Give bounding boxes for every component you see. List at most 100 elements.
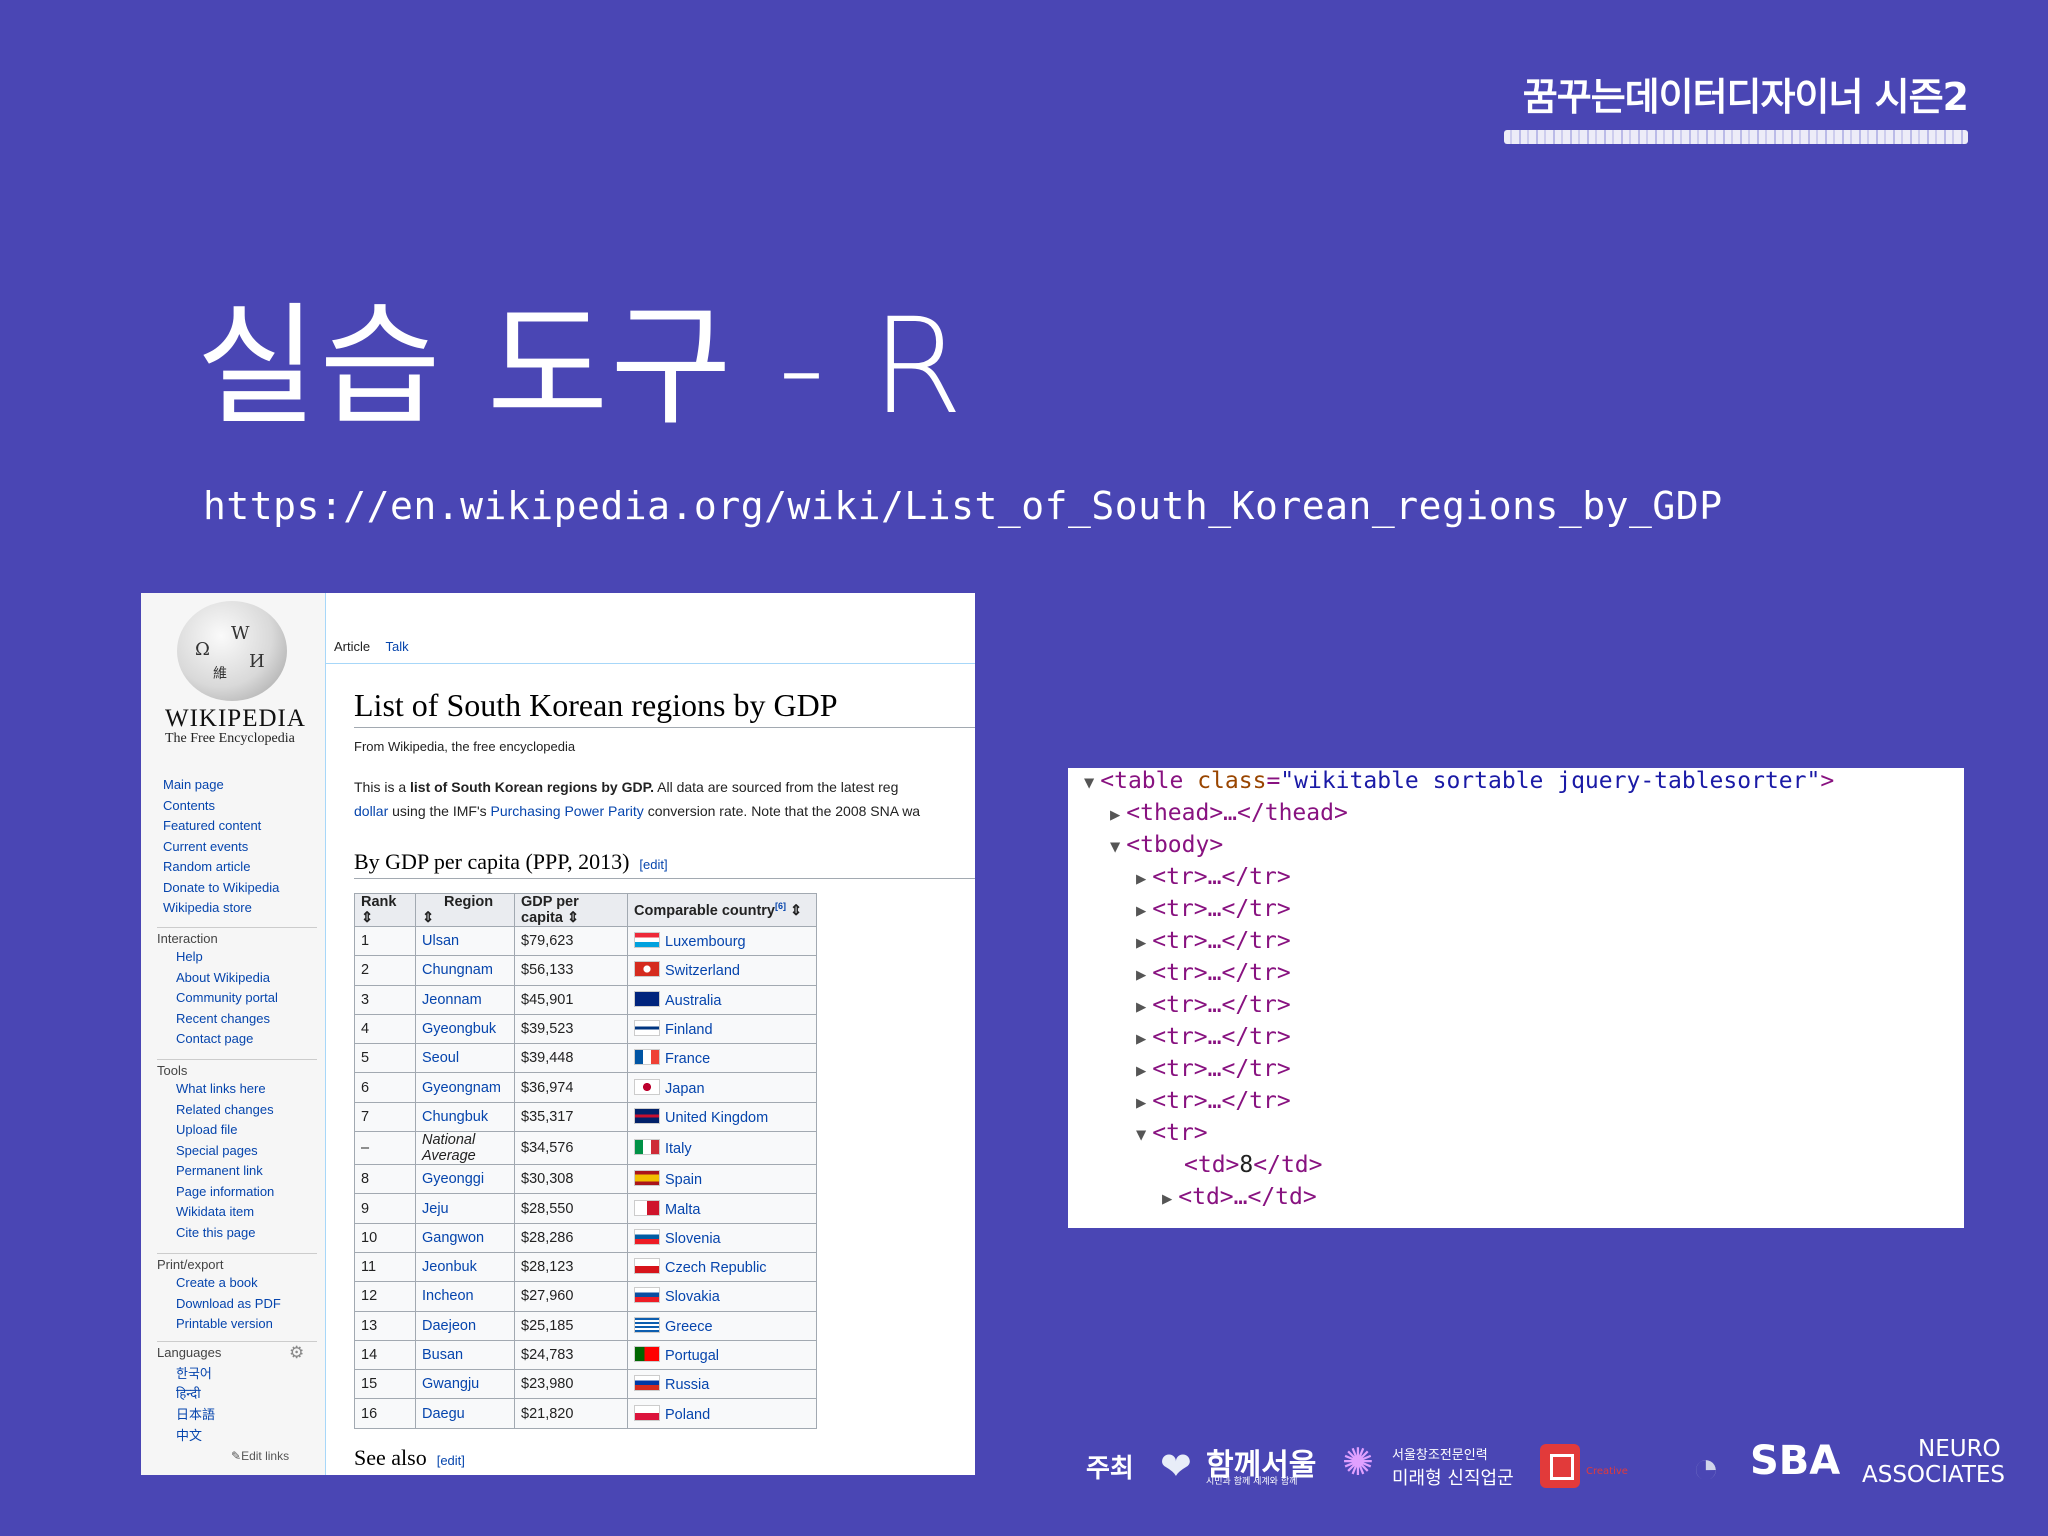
nav-link[interactable]: Featured content <box>163 818 279 839</box>
cell-region[interactable]: Incheon <box>415 1281 515 1312</box>
expanded-triangle-icon[interactable]: ▼ <box>1136 1125 1146 1145</box>
cell-country[interactable]: Japan <box>627 1072 817 1103</box>
language-link[interactable]: 中文 <box>176 1425 215 1446</box>
collapsed-triangle-icon[interactable]: ▶ <box>1136 1093 1146 1113</box>
cell-country[interactable]: Switzerland <box>627 955 817 986</box>
collapsed-triangle-icon[interactable]: ▶ <box>1136 1029 1146 1049</box>
nav-link[interactable]: Help <box>176 949 278 970</box>
cell-region[interactable]: Chungnam <box>415 955 515 986</box>
language-link[interactable]: 한국어 <box>176 1363 215 1384</box>
nav-link[interactable]: Donate to Wikipedia <box>163 880 279 901</box>
cell-region[interactable]: Daegu <box>415 1398 515 1429</box>
cell-region[interactable]: Busan <box>415 1339 515 1371</box>
cell-region[interactable]: Jeonnam <box>415 984 515 1015</box>
reference-link[interactable]: [6] <box>775 901 786 911</box>
cell-region[interactable]: Gwangju <box>415 1369 515 1400</box>
tab-article[interactable]: Article <box>334 639 370 654</box>
nav-link[interactable]: Download as PDF <box>176 1296 281 1317</box>
header-region[interactable]: Region ⇕ <box>415 893 515 927</box>
collapsed-triangle-icon[interactable]: ▶ <box>1136 869 1146 889</box>
collapsed-triangle-icon[interactable]: ▶ <box>1110 805 1120 825</box>
dom-node-tr[interactable]: ▶ <tr>…</tr> <box>1136 992 1291 1018</box>
cell-country[interactable]: Luxembourg <box>627 925 817 957</box>
nav-link[interactable]: Contents <box>163 798 279 819</box>
link-ppp[interactable]: Purchasing Power Parity <box>491 803 644 819</box>
section-edit-link[interactable]: [edit] <box>639 857 667 872</box>
dom-node-td[interactable]: <td>8</td> <box>1184 1152 1323 1178</box>
dom-node-tr[interactable]: ▶ <tr>…</tr> <box>1136 1024 1291 1050</box>
nav-link[interactable]: Random article <box>163 859 279 880</box>
nav-link[interactable]: Main page <box>163 777 279 798</box>
cell-region[interactable]: Gyeongbuk <box>415 1013 515 1045</box>
sort-icon[interactable]: ⇕ <box>790 903 802 919</box>
nav-link[interactable]: Cite this page <box>176 1225 274 1246</box>
nav-link[interactable]: What links here <box>176 1081 274 1102</box>
sort-icon[interactable]: ⇕ <box>422 910 434 926</box>
cell-country[interactable]: Australia <box>627 984 817 1015</box>
cell-country[interactable]: Portugal <box>627 1339 817 1371</box>
collapsed-triangle-icon[interactable]: ▶ <box>1136 933 1146 953</box>
nav-link[interactable]: Related changes <box>176 1102 274 1123</box>
sort-icon[interactable]: ⇕ <box>567 910 579 926</box>
nav-link[interactable]: Special pages <box>176 1143 274 1164</box>
cell-region[interactable]: Gangwon <box>415 1222 515 1253</box>
header-country[interactable]: Comparable country[6] ⇕ <box>627 893 817 927</box>
collapsed-triangle-icon[interactable]: ▶ <box>1136 965 1146 985</box>
nav-link[interactable]: Community portal <box>176 990 278 1011</box>
cell-region[interactable]: Gyeonggi <box>415 1164 515 1195</box>
header-rank[interactable]: Rank ⇕ <box>354 893 416 927</box>
collapsed-triangle-icon[interactable]: ▶ <box>1136 1061 1146 1081</box>
collapsed-triangle-icon[interactable]: ▶ <box>1136 997 1146 1017</box>
dom-node-tbody[interactable]: ▼ <tbody> <box>1110 832 1223 858</box>
cell-region[interactable]: Chungbuk <box>415 1101 515 1133</box>
dom-node-tr[interactable]: ▶ <tr>…</tr> <box>1136 928 1291 954</box>
nav-link[interactable]: About Wikipedia <box>176 970 278 991</box>
dom-node-tr[interactable]: ▶ <tr>…</tr> <box>1136 1056 1291 1082</box>
cell-country[interactable]: France <box>627 1043 817 1074</box>
dom-node-td-collapsed[interactable]: ▶ <td>…</td> <box>1162 1184 1317 1210</box>
header-gdp[interactable]: GDP per capita ⇕ <box>514 893 628 927</box>
collapsed-triangle-icon[interactable]: ▶ <box>1162 1189 1172 1209</box>
dom-node-tr-open[interactable]: ▼ <tr> <box>1136 1120 1208 1146</box>
nav-link[interactable]: Printable version <box>176 1316 281 1337</box>
dom-node-tr[interactable]: ▶ <tr>…</tr> <box>1136 1088 1291 1114</box>
cell-country[interactable]: Italy <box>627 1131 817 1166</box>
cell-region[interactable]: Ulsan <box>415 925 515 957</box>
language-link[interactable]: 日本語 <box>176 1404 215 1425</box>
link-dollar[interactable]: dollar <box>354 803 388 819</box>
nav-link[interactable]: Recent changes <box>176 1011 278 1032</box>
gear-icon[interactable]: ⚙ <box>289 1343 304 1363</box>
language-link[interactable]: हिन्दी <box>176 1384 215 1405</box>
cell-country[interactable]: Slovakia <box>627 1281 817 1312</box>
dom-node-tr[interactable]: ▶ <tr>…</tr> <box>1136 896 1291 922</box>
nav-link[interactable]: Current events <box>163 839 279 860</box>
cell-country[interactable]: Malta <box>627 1193 817 1224</box>
nav-link[interactable]: Permanent link <box>176 1163 274 1184</box>
expanded-triangle-icon[interactable]: ▼ <box>1110 837 1120 857</box>
tab-talk[interactable]: Talk <box>386 639 409 654</box>
cell-region[interactable]: Jeonbuk <box>415 1251 515 1283</box>
dom-node-tr[interactable]: ▶ <tr>…</tr> <box>1136 864 1291 890</box>
edit-links[interactable]: ✎Edit links <box>231 1449 289 1463</box>
nav-link[interactable]: Wikidata item <box>176 1204 274 1225</box>
cell-region[interactable]: Jeju <box>415 1193 515 1224</box>
expanded-triangle-icon[interactable]: ▼ <box>1084 773 1094 793</box>
cell-country[interactable]: Slovenia <box>627 1222 817 1253</box>
dom-node-tr[interactable]: ▶ <tr>…</tr> <box>1136 960 1291 986</box>
cell-country[interactable]: Czech Republic <box>627 1251 817 1283</box>
cell-region[interactable]: Gyeongnam <box>415 1072 515 1103</box>
cell-country[interactable]: Finland <box>627 1013 817 1045</box>
dom-node-thead[interactable]: ▶ <thead>…</thead> <box>1110 800 1348 826</box>
nav-link[interactable]: Contact page <box>176 1031 278 1052</box>
nav-link[interactable]: Page information <box>176 1184 274 1205</box>
cell-region[interactable]: Daejeon <box>415 1310 515 1341</box>
nav-link[interactable]: Upload file <box>176 1122 274 1143</box>
nav-link[interactable]: Wikipedia store <box>163 900 279 921</box>
cell-country[interactable]: Greece <box>627 1310 817 1341</box>
cell-country[interactable]: Poland <box>627 1398 817 1429</box>
collapsed-triangle-icon[interactable]: ▶ <box>1136 901 1146 921</box>
see-also-edit-link[interactable]: [edit] <box>437 1453 465 1468</box>
cell-country[interactable]: Russia <box>627 1369 817 1400</box>
cell-country[interactable]: Spain <box>627 1164 817 1195</box>
dom-node-table[interactable]: ▼ <table class="wikitable sortable jquery… <box>1084 768 1834 794</box>
